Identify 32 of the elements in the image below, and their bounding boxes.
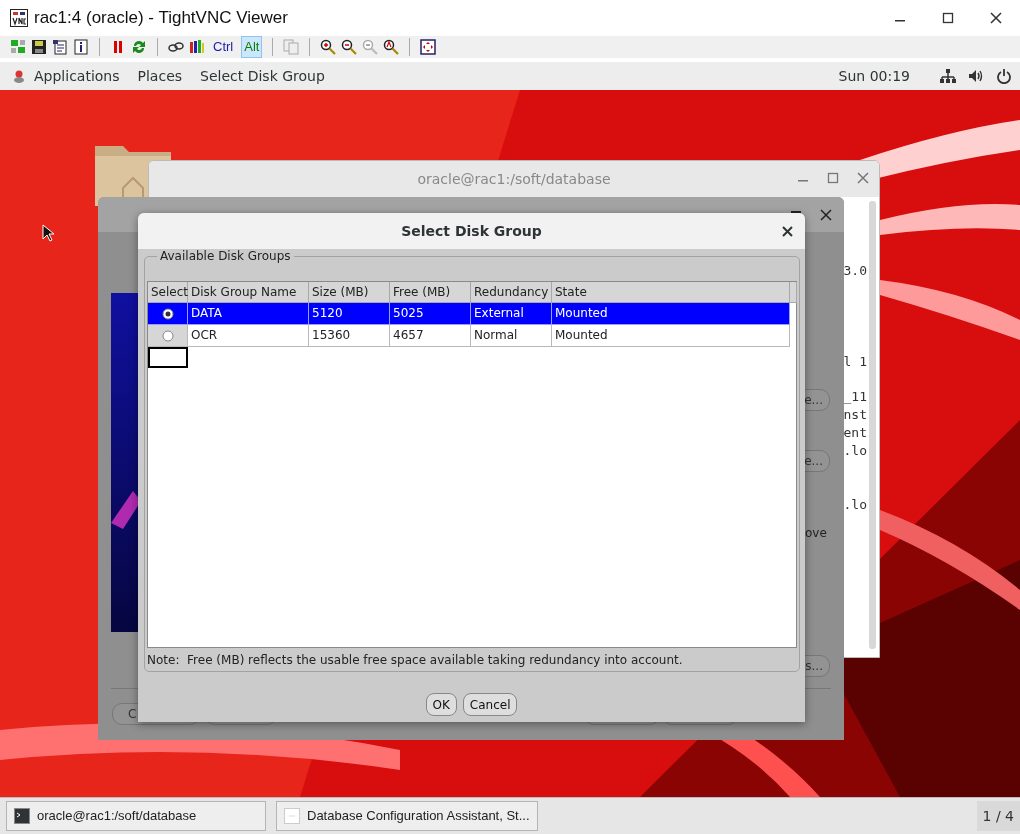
terminal-icon xyxy=(14,808,30,824)
screens-icon[interactable] xyxy=(10,39,26,55)
menu-item[interactable]: Applications xyxy=(34,65,120,87)
key-button[interactable]: Ctrl xyxy=(210,36,237,58)
options-icon[interactable] xyxy=(52,39,68,55)
key-button[interactable]: Alt xyxy=(241,36,263,58)
menu-item[interactable]: Places xyxy=(137,65,183,87)
task-label: Database Configuration Assistant, St... xyxy=(307,807,530,826)
bars-icon[interactable] xyxy=(189,39,205,55)
volume-icon[interactable] xyxy=(968,68,984,84)
app-logo-icon xyxy=(10,9,28,27)
app-menu-icon[interactable] xyxy=(12,69,26,83)
save-icon[interactable] xyxy=(31,39,47,55)
workspace-indicator[interactable]: 1 / 4 xyxy=(976,801,1020,831)
taskbar-button[interactable]: Database Configuration Assistant, St... xyxy=(276,801,538,831)
zoom-auto-icon[interactable] xyxy=(383,39,400,55)
network-icon[interactable] xyxy=(940,68,956,84)
task-label: oracle@rac1:/soft/database xyxy=(37,807,197,826)
menu-item[interactable]: Select Disk Group xyxy=(200,65,325,87)
refresh-icon[interactable] xyxy=(131,39,147,55)
power-icon[interactable] xyxy=(996,68,1012,84)
window-title: rac1:4 (oracle) - TightVNC Viewer xyxy=(34,7,288,30)
window-icon xyxy=(284,808,300,824)
taskbar-button[interactable]: oracle@rac1:/soft/database xyxy=(6,801,266,831)
maximize-icon[interactable] xyxy=(942,12,954,24)
zoom-out-icon[interactable] xyxy=(341,39,358,55)
close-icon[interactable] xyxy=(990,12,1002,24)
fullscreen-icon[interactable] xyxy=(420,39,437,55)
zoom-in-icon[interactable] xyxy=(320,39,337,55)
info-icon[interactable] xyxy=(73,39,89,55)
link-icon[interactable] xyxy=(168,39,184,55)
clock[interactable]: Sun 00:19 xyxy=(838,65,910,87)
